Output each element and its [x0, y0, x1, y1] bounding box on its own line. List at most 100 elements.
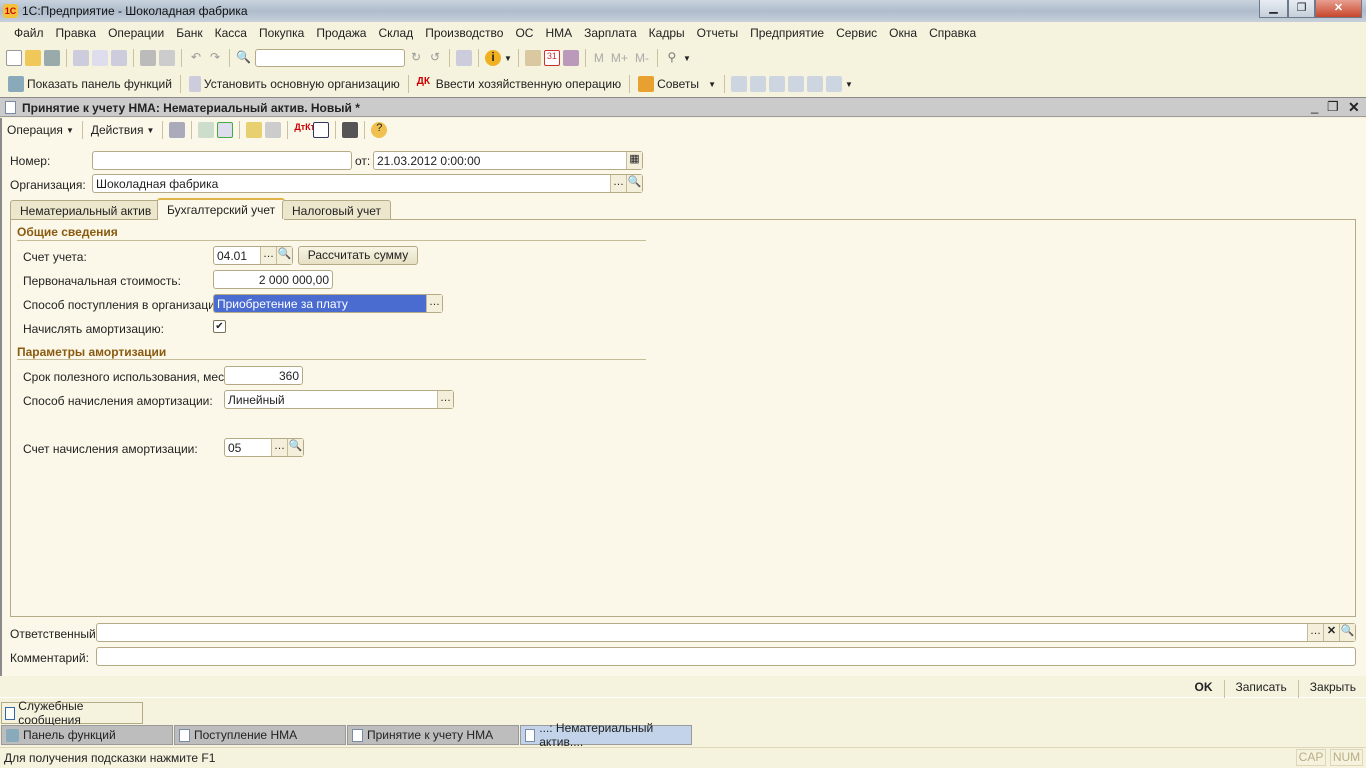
set-org-button[interactable]: Установить основную организацию	[187, 76, 402, 92]
taskbar-item-receipt[interactable]: Поступление НМА	[174, 725, 346, 745]
structure-icon[interactable]	[265, 122, 282, 138]
menu-item[interactable]: Окна	[883, 24, 923, 44]
menu-item[interactable]: Файл	[8, 24, 50, 44]
report-icon[interactable]	[730, 76, 747, 92]
report-doc-icon[interactable]	[806, 76, 823, 92]
menu-item[interactable]: Операции	[102, 24, 170, 44]
search-icon[interactable]: 🔍	[276, 247, 292, 264]
calculate-sum-button[interactable]: Рассчитать сумму	[298, 246, 418, 265]
report-t-icon[interactable]	[749, 76, 766, 92]
taskbar-item-panel[interactable]: Панель функций	[1, 725, 173, 745]
select-button[interactable]: …	[1307, 624, 1323, 641]
menu-item[interactable]: Покупка	[253, 24, 310, 44]
menu-item[interactable]: Касса	[209, 24, 253, 44]
report-list-icon[interactable]	[787, 76, 804, 92]
list-icon[interactable]	[342, 122, 359, 138]
amortization-method-input[interactable]: Линейный…	[224, 390, 454, 409]
select-button[interactable]: …	[260, 247, 276, 264]
paste-icon[interactable]	[111, 50, 127, 66]
copy-doc-icon[interactable]	[217, 122, 234, 138]
ok-button[interactable]: OK	[1195, 680, 1213, 698]
calendar-icon[interactable]: 31	[543, 50, 560, 66]
menu-item[interactable]: Сервис	[830, 24, 883, 44]
copy-icon[interactable]	[92, 50, 108, 66]
tips-button[interactable]: Советы ▼	[636, 76, 718, 92]
cost-input[interactable]: 2 000 000,00	[213, 270, 333, 289]
close-button[interactable]: ✕	[1315, 0, 1362, 18]
date-input[interactable]: 21.03.2012 0:00:00 ▦	[373, 151, 643, 170]
menu-item[interactable]: Банк	[170, 24, 208, 44]
menu-item[interactable]: НМА	[539, 24, 578, 44]
post-icon[interactable]	[169, 122, 186, 138]
menu-item[interactable]: Кадры	[643, 24, 691, 44]
based-on-icon[interactable]	[246, 122, 263, 138]
users-icon[interactable]	[562, 50, 579, 66]
memory-minus-button[interactable]: M-	[633, 51, 651, 65]
open-icon[interactable]	[25, 50, 41, 66]
org-input[interactable]: Шоколадная фабрика… 🔍	[92, 174, 643, 193]
memory-plus-button[interactable]: M+	[609, 51, 630, 65]
preview-icon[interactable]	[159, 50, 175, 66]
report-search-icon[interactable]	[768, 76, 785, 92]
search-icon[interactable]: 🔍	[236, 50, 252, 66]
number-input[interactable]	[92, 151, 352, 170]
menu-item[interactable]: Отчеты	[691, 24, 744, 44]
useful-life-input[interactable]: 360	[224, 366, 303, 385]
select-button[interactable]: …	[610, 175, 626, 192]
taskbar-item-current[interactable]: ...: Нематериальный актив....	[520, 721, 692, 749]
menu-item[interactable]: Предприятие	[744, 24, 830, 44]
select-button[interactable]: …	[437, 391, 453, 408]
responsible-input[interactable]: … ✕ 🔍	[96, 623, 1356, 642]
search-input[interactable]	[255, 49, 405, 67]
select-button[interactable]: …	[271, 439, 287, 456]
undo-icon[interactable]: ↶	[188, 50, 204, 66]
print-form-icon[interactable]	[313, 122, 330, 138]
close-form-button[interactable]: Закрыть	[1310, 680, 1356, 698]
tab-tax[interactable]: Налоговый учет	[282, 200, 391, 219]
operation-menu[interactable]: Операция ▼	[5, 123, 76, 137]
receipt-method-input[interactable]: Приобретение за плату…	[213, 294, 443, 313]
tools-icon[interactable]: ⚲	[664, 50, 680, 66]
menu-item[interactable]: Склад	[372, 24, 419, 44]
save-button[interactable]: Записать	[1236, 680, 1287, 698]
doc-restore-button[interactable]: ❐	[1327, 99, 1339, 115]
memory-button[interactable]: M	[592, 51, 606, 65]
service-messages-button[interactable]: Служебные сообщения	[1, 699, 143, 727]
refresh-icon[interactable]	[198, 122, 215, 138]
doc-close-button[interactable]: ✕	[1348, 99, 1360, 116]
taskbar-item-acceptance[interactable]: Принятие к учету НМА	[347, 725, 519, 745]
search-icon[interactable]: 🔍	[626, 175, 642, 192]
search-icon[interactable]: 🔍	[287, 439, 303, 456]
find-next-icon[interactable]: ↻	[408, 50, 424, 66]
account-input[interactable]: 04.01… 🔍	[213, 246, 293, 265]
tab-intangible-asset[interactable]: Нематериальный актив	[10, 200, 162, 219]
menu-item[interactable]: ОС	[509, 24, 539, 44]
show-panel-button[interactable]: Показать панель функций	[6, 76, 174, 92]
select-button[interactable]: …	[426, 295, 442, 312]
save-icon[interactable]	[44, 50, 60, 66]
tab-accounting[interactable]: Бухгалтерский учет	[157, 198, 286, 220]
search-icon[interactable]: 🔍	[1339, 624, 1355, 641]
calculator-icon[interactable]	[524, 50, 541, 66]
find-prev-icon[interactable]: ↺	[427, 50, 443, 66]
calendar-icon[interactable]: ▦	[626, 152, 642, 169]
new-icon[interactable]	[6, 50, 22, 66]
help-icon[interactable]: ?	[371, 122, 388, 138]
comment-input[interactable]	[96, 647, 1356, 666]
menu-item[interactable]: Справка	[923, 24, 982, 44]
actions-menu[interactable]: Действия ▼	[89, 123, 157, 137]
dt-kt-icon[interactable]: ДтКт	[294, 122, 315, 138]
enter-operation-button[interactable]: ДК Ввести хозяйственную операцию	[415, 76, 623, 92]
menu-item[interactable]: Производство	[419, 24, 509, 44]
amortization-account-input[interactable]: 05… 🔍	[224, 438, 304, 457]
accrue-amortization-checkbox[interactable]: ✔	[213, 320, 226, 333]
menu-item[interactable]: Зарплата	[578, 24, 643, 44]
report-move-icon[interactable]	[825, 76, 842, 92]
doc-minimize-button[interactable]: _	[1311, 99, 1318, 114]
info-icon[interactable]: i	[485, 50, 501, 66]
menu-item[interactable]: Продажа	[310, 24, 372, 44]
maximize-button[interactable]: ❐	[1288, 0, 1315, 18]
minimize-button[interactable]: ▁	[1259, 0, 1288, 18]
cut-icon[interactable]	[73, 50, 89, 66]
clear-icon[interactable]: ✕	[1323, 624, 1339, 641]
